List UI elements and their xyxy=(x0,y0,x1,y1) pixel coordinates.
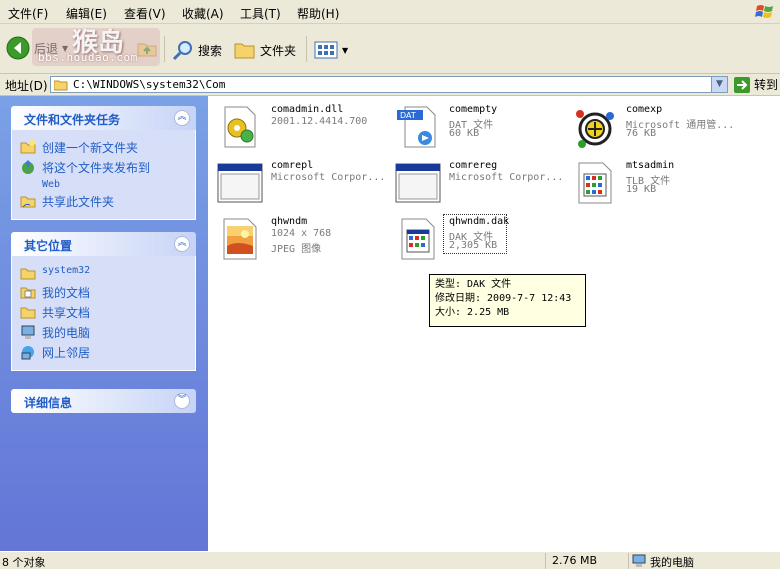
status-bar: 8 个对象 2.76 MB 我的电脑 xyxy=(0,551,780,569)
my-documents-icon xyxy=(20,287,36,299)
dat-file-icon: DAT xyxy=(397,106,436,148)
folder-icon xyxy=(54,80,68,91)
file-tooltip: 类型: DAK 文件 修改日期: 2009-7-7 12:43 大小: 2.25… xyxy=(429,274,586,327)
menu-bar: 文件(F) 编辑(E) 查看(V) 收藏(A) 工具(T) 帮助(H) xyxy=(0,0,780,24)
file-item-selected[interactable]: qhwndm.dak DAK 文件 2,305 KB xyxy=(391,212,566,264)
file-item[interactable]: comexp Microsoft 通用管... 76 KB xyxy=(568,100,743,152)
views-dropdown-icon: ▼ xyxy=(342,45,349,55)
dll-gear-icon xyxy=(224,106,256,148)
jpeg-image-icon xyxy=(223,218,257,260)
status-size: 2.76 MB xyxy=(552,554,598,567)
status-object-count: 8 个对象 xyxy=(2,556,46,569)
details-panel: 详细信息 ︾ xyxy=(11,389,196,413)
menu-file[interactable]: 文件(F) xyxy=(8,5,48,22)
folder-icon xyxy=(234,43,255,59)
file-item[interactable]: mtsadmin TLB 文件 19 KB xyxy=(568,156,743,208)
folder-icon xyxy=(20,268,36,280)
file-item[interactable]: DAT comempty DAT 文件 60 KB xyxy=(391,100,566,152)
svg-text:DAT: DAT xyxy=(400,111,416,120)
place-my-documents[interactable]: 我的文档 xyxy=(20,284,187,301)
views-grid-icon xyxy=(314,41,338,59)
tooltip-modified: 修改日期: 2009-7-7 12:43 xyxy=(435,293,572,304)
file-item[interactable]: comadmin.dll 2001.12.4414.700 xyxy=(213,100,388,152)
mmc-console-icon xyxy=(576,110,614,148)
file-item[interactable]: comrepl Microsoft Corpor... xyxy=(213,156,388,208)
place-system32[interactable]: system32 xyxy=(20,265,187,281)
computer-icon xyxy=(632,554,646,567)
collapse-chevron-icon[interactable]: ︽ xyxy=(174,236,190,252)
folders-button[interactable]: 文件夹 xyxy=(234,39,296,61)
task-share-folder[interactable]: 共享此文件夹 xyxy=(20,193,187,210)
menu-tools[interactable]: 工具(T) xyxy=(240,5,281,22)
file-folder-tasks-panel: 文件和文件夹任务 ︽ 创建一个新文件夹 将这个文件夹发布到 Web 共享此文件夹 xyxy=(11,106,196,220)
task-pane: 文件和文件夹任务 ︽ 创建一个新文件夹 将这个文件夹发布到 Web 共享此文件夹 … xyxy=(0,96,208,551)
menu-view[interactable]: 查看(V) xyxy=(124,5,166,22)
menu-favorites[interactable]: 收藏(A) xyxy=(182,5,224,22)
place-network[interactable]: 网上邻居 xyxy=(20,344,187,361)
file-item[interactable]: comrereg Microsoft Corpor... xyxy=(391,156,566,208)
menu-help[interactable]: 帮助(H) xyxy=(297,5,339,22)
views-button[interactable]: ▼ xyxy=(314,40,348,60)
window-app-icon xyxy=(217,163,263,203)
new-folder-icon xyxy=(20,140,36,154)
expand-chevron-icon[interactable]: ︾ xyxy=(174,393,190,409)
share-folder-icon xyxy=(20,196,36,208)
task-publish-web[interactable]: 将这个文件夹发布到 Web xyxy=(20,159,187,190)
place-shared-documents[interactable]: 共享文档 xyxy=(20,304,187,321)
panel-header[interactable]: 其它位置 ︽ xyxy=(11,232,196,256)
go-button[interactable]: 转到 xyxy=(734,76,778,93)
address-path: C:\WINDOWS\system32\Com xyxy=(73,78,226,91)
network-places-icon xyxy=(21,346,34,360)
status-location: 我的电脑 xyxy=(650,556,694,569)
address-bar: 地址(D) C:\WINDOWS\system32\Com ▼ 转到 xyxy=(0,74,780,96)
tlb-file-icon xyxy=(578,162,612,204)
tooltip-type: 类型: DAK 文件 xyxy=(435,279,512,290)
search-button[interactable]: 搜索 xyxy=(172,39,222,61)
site-watermark: 猴岛 bbs.houdao.com xyxy=(32,28,160,66)
back-arrow-icon xyxy=(6,36,30,60)
shared-documents-icon xyxy=(20,307,36,319)
go-arrow-icon xyxy=(734,76,750,93)
tooltip-size: 大小: 2.25 MB xyxy=(435,307,510,318)
menu-edit[interactable]: 编辑(E) xyxy=(66,5,107,22)
windows-logo-icon xyxy=(755,5,773,18)
address-label: 地址(D) xyxy=(5,79,48,93)
file-item[interactable]: qhwndm 1024 x 768 JPEG 图像 xyxy=(213,212,388,264)
task-new-folder[interactable]: 创建一个新文件夹 xyxy=(20,139,187,156)
window-app-icon xyxy=(395,163,441,203)
search-icon xyxy=(172,41,192,61)
collapse-chevron-icon[interactable]: ︽ xyxy=(174,110,190,126)
other-places-panel: 其它位置 ︽ system32 我的文档 共享文档 我的电脑 网上邻居 xyxy=(11,232,196,371)
address-input[interactable]: C:\WINDOWS\system32\Com ▼ xyxy=(50,76,728,93)
dak-file-icon xyxy=(401,218,435,260)
panel-header[interactable]: 文件和文件夹任务 ︽ xyxy=(11,106,196,130)
panel-header[interactable]: 详细信息 ︾ xyxy=(11,389,196,413)
publish-web-icon xyxy=(22,160,34,174)
place-my-computer[interactable]: 我的电脑 xyxy=(20,324,187,341)
address-dropdown-icon[interactable]: ▼ xyxy=(711,77,727,92)
computer-icon xyxy=(21,325,35,339)
